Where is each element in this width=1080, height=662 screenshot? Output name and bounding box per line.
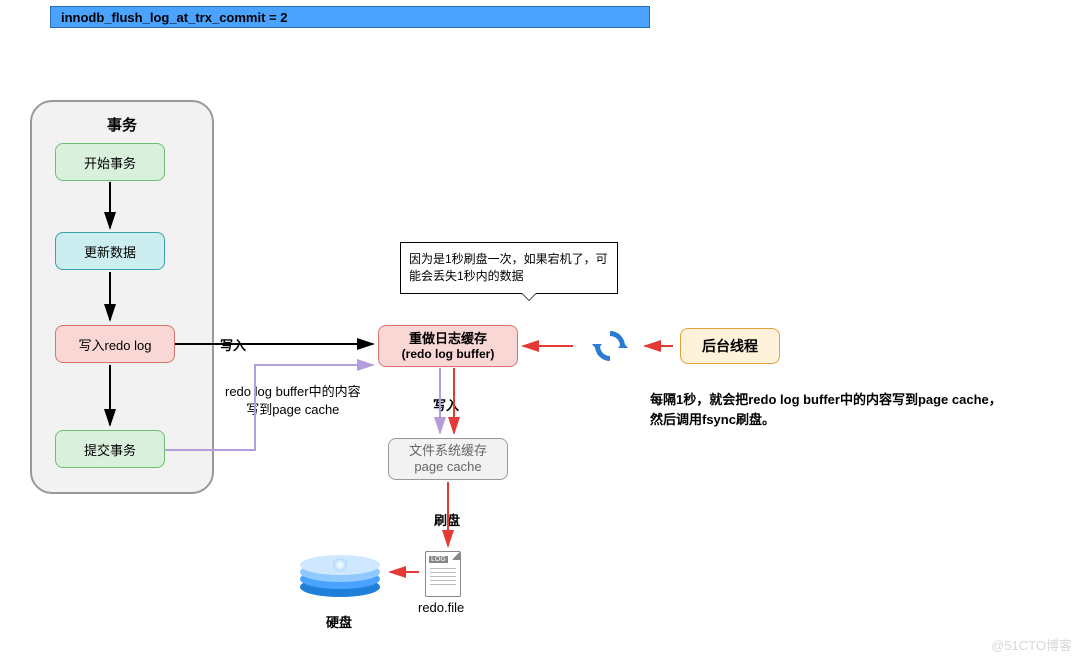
label-btc-l1: redo log buffer中的内容: [225, 383, 361, 401]
label-redo-file: redo.file: [418, 600, 464, 615]
bg-desc-l1: 每隔1秒，就会把redo log buffer中的内容写到page cache，: [650, 390, 1002, 410]
node-start-tx: 开始事务: [55, 143, 165, 181]
node-commit: 提交事务: [55, 430, 165, 468]
label-buffer-to-cache: redo log buffer中的内容 写到page cache: [225, 383, 361, 419]
label-write2: 写入: [433, 395, 459, 414]
node-bg-thread: 后台线程: [680, 328, 780, 364]
label-bg-desc: 每隔1秒，就会把redo log buffer中的内容写到page cache，…: [650, 390, 1002, 429]
node-write-redo: 写入redo log: [55, 325, 175, 363]
label-disk: 硬盘: [326, 612, 352, 631]
page-cache-line2: page cache: [414, 459, 481, 475]
file-tag: LOG: [429, 556, 448, 563]
node-redo-buffer: 重做日志缓存 (redo log buffer): [378, 325, 518, 367]
sync-icon: [590, 326, 630, 366]
label-btc-l2: 写到page cache: [225, 401, 361, 419]
callout-note: 因为是1秒刷盘一次，如果宕机了，可能会丢失1秒内的数据: [400, 242, 618, 294]
redo-buffer-line2: (redo log buffer): [402, 347, 495, 361]
tx-title: 事务: [32, 114, 212, 135]
redo-buffer-line1: 重做日志缓存: [409, 331, 487, 347]
bg-desc-l2: 然后调用fsync刷盘。: [650, 410, 1002, 430]
page-cache-line1: 文件系统缓存: [409, 443, 487, 459]
label-write1: 写入: [220, 335, 246, 354]
label-flush: 刷盘: [434, 510, 460, 529]
node-page-cache: 文件系统缓存 page cache: [388, 438, 508, 480]
node-update: 更新数据: [55, 232, 165, 270]
file-icon: LOG: [425, 551, 461, 597]
config-banner: innodb_flush_log_at_trx_commit = 2: [50, 6, 650, 28]
watermark: @51CTO博客: [991, 635, 1072, 654]
